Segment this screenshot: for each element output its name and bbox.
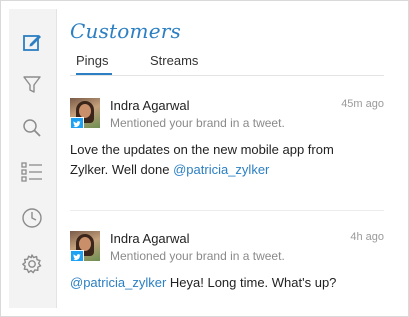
ping-subtitle: Mentioned your brand in a tweet. xyxy=(110,116,285,130)
timestamp: 4h ago xyxy=(350,231,384,243)
divider xyxy=(70,210,384,211)
compose-icon[interactable] xyxy=(21,31,43,53)
twitter-icon xyxy=(70,117,84,128)
tab-streams[interactable]: Streams xyxy=(150,53,198,74)
widget-frame: Customers Pings Streams Indra Agarwal 45… xyxy=(0,0,409,317)
author-name[interactable]: Indra Agarwal xyxy=(110,98,190,113)
filter-icon[interactable] xyxy=(21,73,43,95)
main-panel: Customers Pings Streams Indra Agarwal 45… xyxy=(57,9,400,308)
page-title: Customers xyxy=(70,19,181,43)
avatar[interactable] xyxy=(70,231,100,261)
twitter-icon xyxy=(70,250,84,261)
tab-pings[interactable]: Pings xyxy=(76,53,112,75)
mention-link[interactable]: @patricia_zylker xyxy=(173,162,269,177)
ping-subtitle: Mentioned your brand in a tweet. xyxy=(110,249,285,263)
sidebar xyxy=(9,9,57,308)
mention-link[interactable]: @patricia_zylker xyxy=(70,275,166,290)
clock-icon[interactable] xyxy=(21,207,43,229)
author-name[interactable]: Indra Agarwal xyxy=(110,231,190,246)
timestamp: 45m ago xyxy=(341,98,384,110)
tab-bar: Pings Streams xyxy=(70,53,384,76)
tweet-text: @patricia_zylker Heya! Long time. What's… xyxy=(70,273,370,293)
tweet-text: Love the updates on the new mobile app f… xyxy=(70,140,370,180)
gear-icon[interactable] xyxy=(21,253,43,275)
tweet-text-part: Heya! Long time. What's up? xyxy=(166,275,337,290)
search-icon[interactable] xyxy=(21,117,43,139)
avatar[interactable] xyxy=(70,98,100,128)
list-icon[interactable] xyxy=(21,161,43,183)
